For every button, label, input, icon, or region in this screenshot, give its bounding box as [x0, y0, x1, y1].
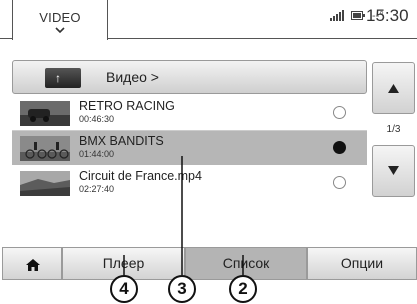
scroll-up-button[interactable] — [372, 62, 415, 114]
select-radio[interactable] — [333, 141, 346, 154]
select-radio[interactable] — [333, 106, 346, 119]
video-duration: 02:27:40 — [79, 184, 115, 194]
chevron-down-icon — [55, 27, 65, 34]
callout-2: 2 — [229, 275, 257, 303]
video-duration: 01:44:00 — [79, 149, 115, 159]
video-thumbnail — [20, 171, 70, 196]
video-title: BMX BANDITS — [79, 134, 164, 148]
folder-path-label: Видео > — [106, 69, 159, 85]
list-item[interactable]: Circuit de France.mp4 02:27:40 — [12, 166, 367, 200]
home-button[interactable] — [2, 247, 62, 280]
folder-up-icon: ↑ — [45, 68, 81, 88]
source-tab-video[interactable]: VIDEO — [12, 0, 108, 40]
bottom-navigation: Плеер Список Опции — [0, 247, 417, 280]
source-tab-label: VIDEO — [39, 10, 81, 25]
video-title: Circuit de France.mp4 — [79, 169, 202, 183]
page-indicator: 1/3 — [386, 124, 401, 135]
list-item-selected[interactable]: BMX BANDITS 01:44:00 — [12, 131, 367, 165]
scroll-down-button[interactable] — [372, 145, 415, 197]
signal-strength-icon — [330, 10, 344, 21]
list-item[interactable]: RETRO RACING 00:46:30 — [12, 96, 367, 130]
home-icon — [26, 259, 40, 271]
callout-3: 3 — [168, 275, 196, 303]
battery-icon — [351, 11, 365, 20]
video-thumbnail — [20, 101, 70, 126]
options-tab[interactable]: Опции — [307, 247, 417, 280]
arrow-up-icon — [388, 84, 399, 93]
select-radio[interactable] — [333, 176, 346, 189]
video-duration: 00:46:30 — [79, 114, 115, 124]
clock: 15:30 — [366, 6, 409, 25]
video-thumbnail — [20, 136, 70, 161]
video-title: RETRO RACING — [79, 99, 175, 113]
arrow-down-icon — [388, 166, 399, 175]
callout-4: 4 — [110, 275, 138, 303]
folder-up-button[interactable]: ↑ — [12, 60, 367, 94]
